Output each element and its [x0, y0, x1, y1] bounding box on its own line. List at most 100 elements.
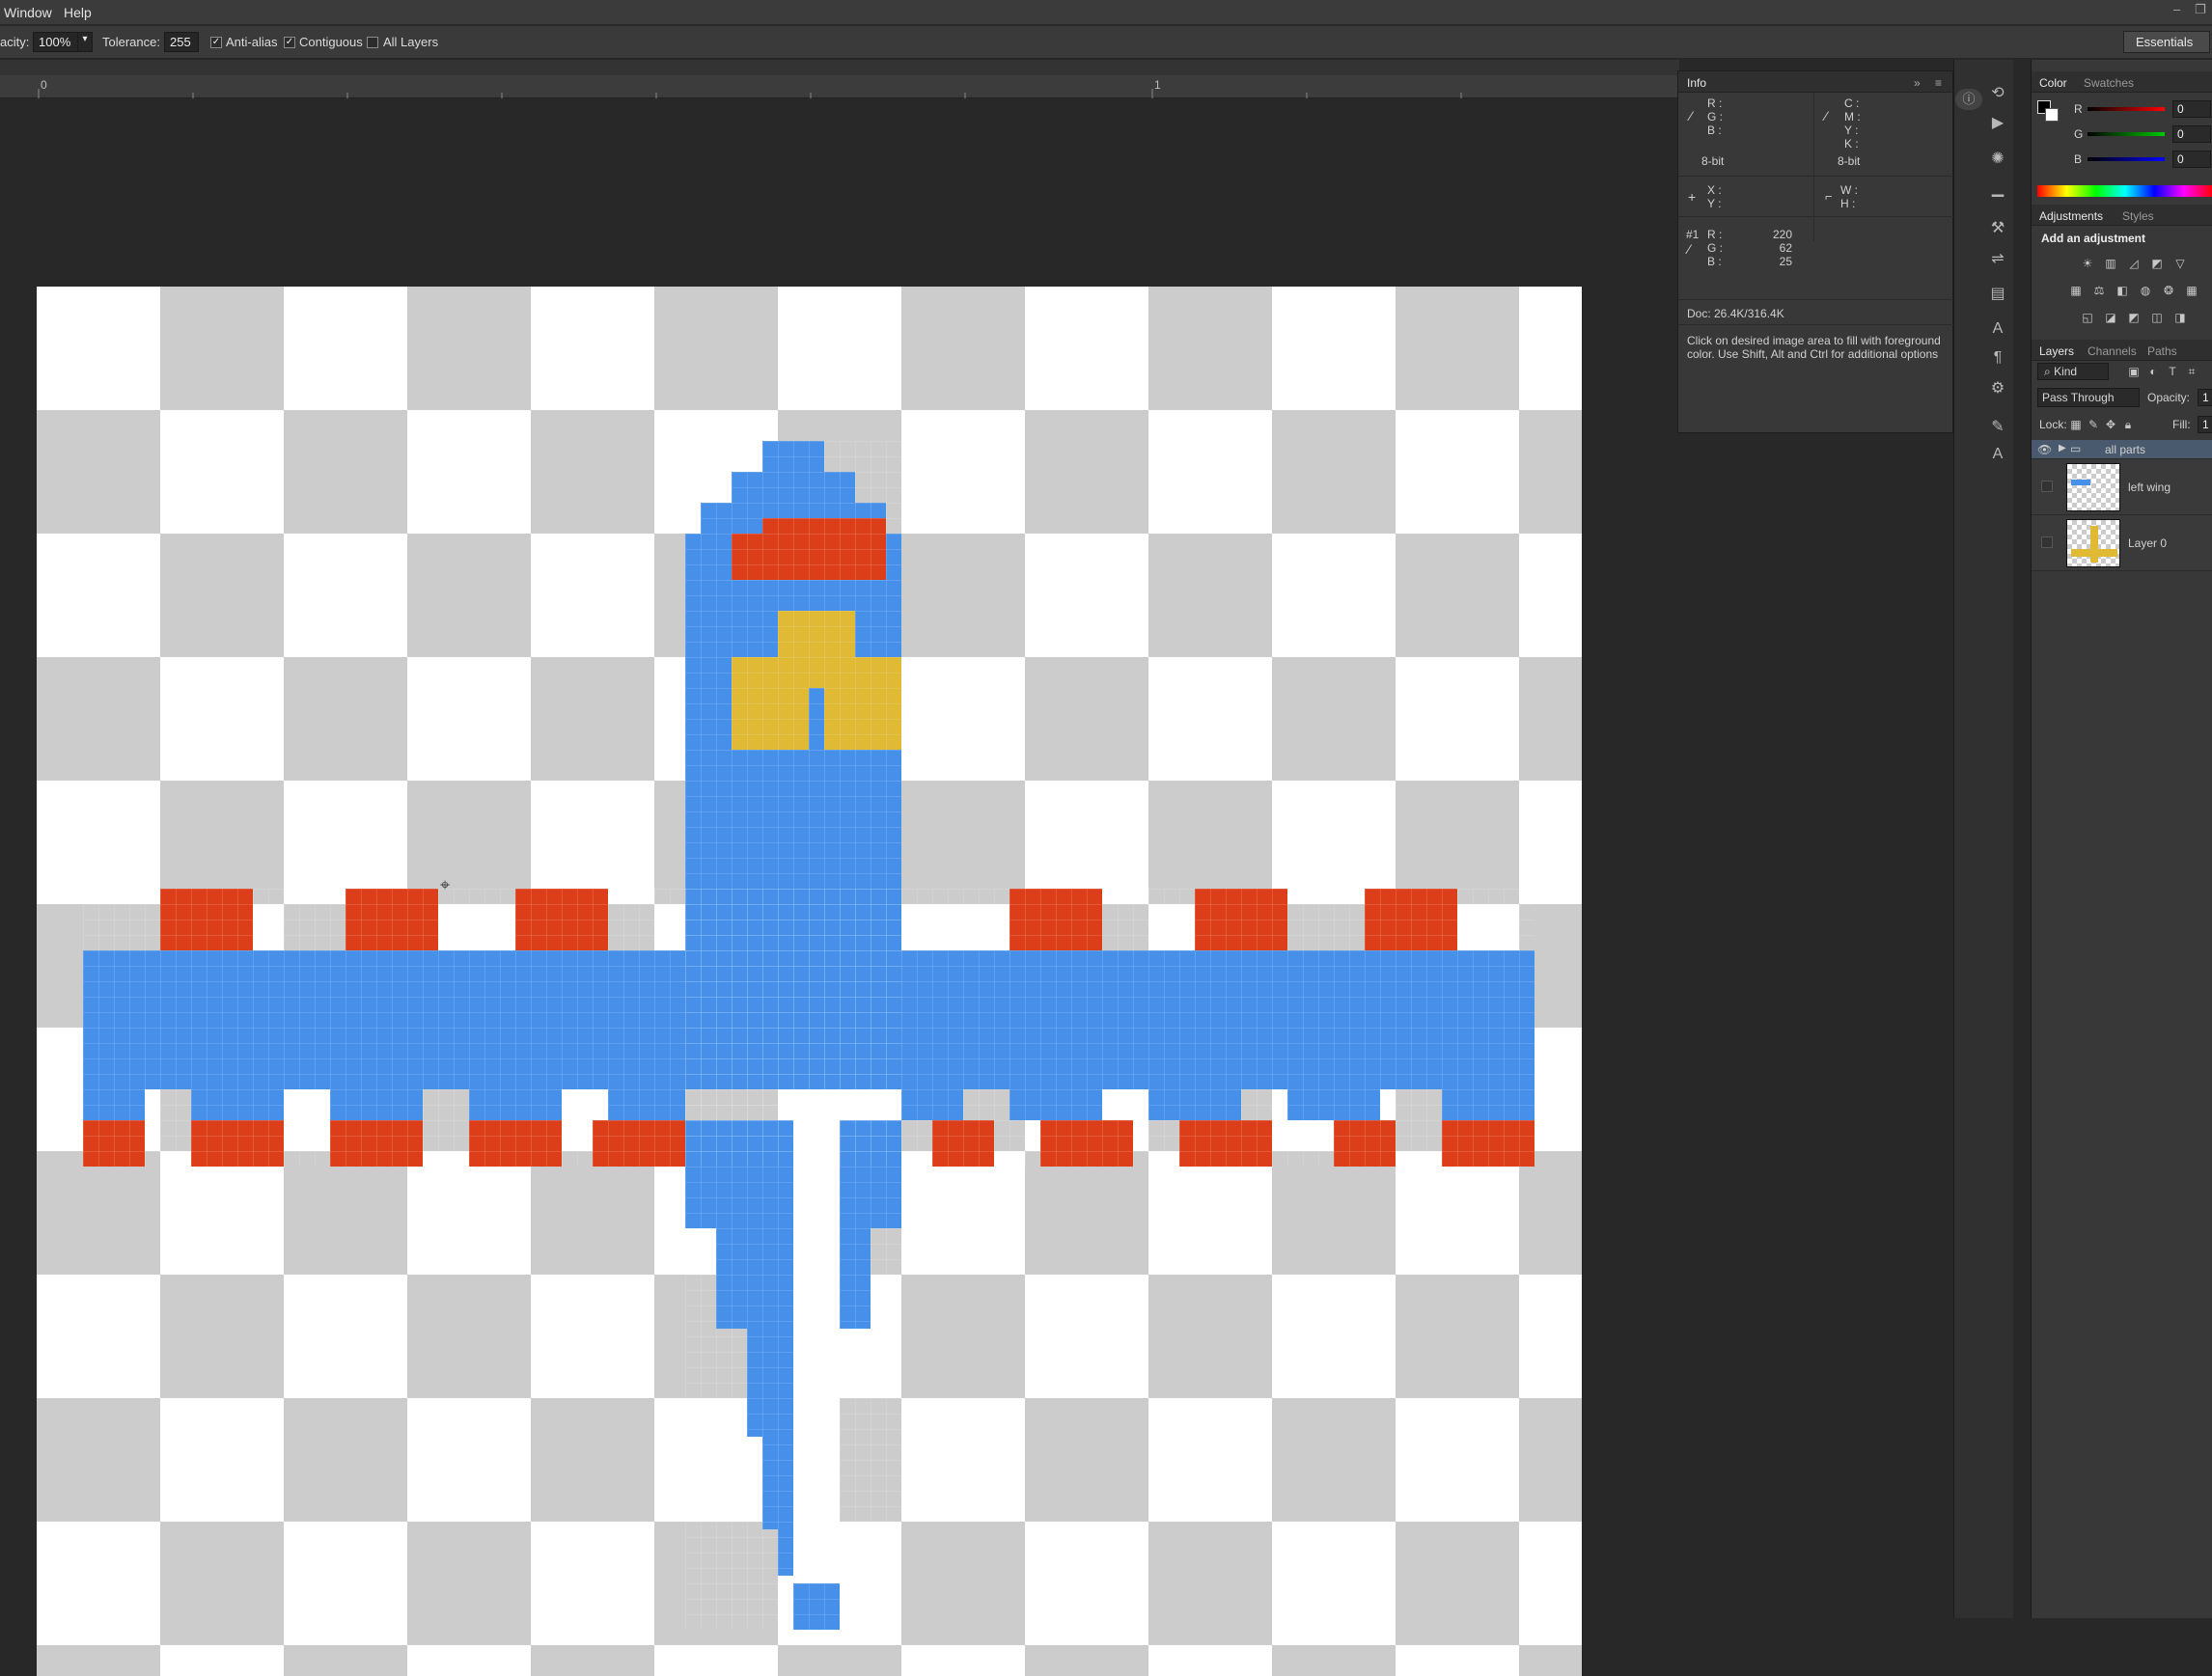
glyphs-icon[interactable]: A [1983, 446, 2012, 463]
actions-play-icon[interactable]: ▶ [1983, 113, 2012, 132]
layer-row-left-wing[interactable]: left wing [2032, 459, 2212, 515]
background-color-swatch[interactable] [2045, 108, 2059, 122]
anti-alias-checkbox[interactable]: ✓ [210, 37, 222, 48]
brightness-icon[interactable]: ☀ [2080, 257, 2095, 270]
blend-mode-value: Pass Through [2042, 391, 2115, 404]
doc-size: Doc: 26.4K/316.4K [1687, 307, 1784, 320]
layer-thumbnail [2066, 463, 2120, 511]
sample-r-label: R : [1707, 228, 1723, 241]
menu-help[interactable]: Help [64, 5, 92, 20]
color-r-slider[interactable] [2088, 107, 2165, 111]
color-lookup-icon[interactable]: ▦ [2184, 284, 2199, 297]
document-canvas[interactable] [37, 287, 1582, 1676]
tab-layers[interactable]: Layers [2039, 344, 2074, 358]
levels-icon[interactable]: ▥ [2103, 257, 2118, 270]
menu-window[interactable]: Window [4, 5, 52, 20]
filter-type-icon[interactable]: T [2165, 365, 2180, 378]
notes-icon[interactable]: ✎ [1983, 417, 2012, 436]
tab-info[interactable]: Info [1687, 76, 1706, 90]
opacity-field[interactable]: 100% [33, 32, 83, 52]
lock-image-icon[interactable]: ✎ [2086, 418, 2101, 431]
panel-menu-icon[interactable]: ≡ [1935, 76, 1942, 90]
add-adjustment-heading: Add an adjustment [2041, 232, 2146, 245]
collapse-panel-icon[interactable]: » [1914, 76, 1921, 90]
filter-adjustment-icon[interactable]: ◐ [2145, 365, 2161, 378]
invert-icon[interactable]: ◱ [2080, 311, 2095, 324]
lock-position-icon[interactable]: ✥ [2103, 418, 2118, 431]
visibility-eye-icon[interactable]: 👁︎ [2037, 443, 2052, 456]
tab-styles[interactable]: Styles [2122, 209, 2154, 223]
gradient-map-icon[interactable]: ◨ [2172, 311, 2188, 324]
h-label: H : [1840, 197, 1856, 210]
opacity-dropdown-icon[interactable]: ▾ [77, 32, 93, 52]
layer-row-layer-0[interactable]: Layer 0 [2032, 515, 2212, 571]
contiguous-checkbox[interactable]: ✓ [284, 37, 295, 48]
black-white-icon[interactable]: ◧ [2115, 284, 2130, 297]
history-icon[interactable]: ⟲ [1983, 83, 2012, 102]
color-r-value[interactable]: 0 [2172, 100, 2211, 118]
blend-mode-select[interactable]: Pass Through [2037, 388, 2140, 407]
tab-channels[interactable]: Channels [2088, 344, 2137, 358]
histogram-icon[interactable]: ▁ [1983, 179, 2012, 198]
color-g-value[interactable]: 0 [2172, 125, 2211, 143]
vibrance-icon[interactable]: ▽ [2172, 257, 2188, 270]
sample-g-value: 62 [1779, 241, 1792, 255]
info-divider [1813, 93, 1814, 241]
filter-shape-icon[interactable]: ⌗ [2184, 365, 2199, 378]
color-b-label: B [2074, 152, 2083, 166]
channel-mixer-icon[interactable]: ❂ [2161, 284, 2176, 297]
rgb-g-label: G : [1707, 110, 1724, 124]
info-panel-icon[interactable]: ⓘ [1955, 89, 1982, 110]
lock-transparent-icon[interactable]: ▦ [2068, 418, 2084, 431]
fill-value[interactable]: 1 [2198, 416, 2212, 433]
paragraph-icon[interactable]: ¶ [1983, 349, 2012, 367]
all-layers-checkbox[interactable] [367, 37, 378, 48]
color-g-slider[interactable] [2088, 132, 2165, 136]
group-expand-icon[interactable]: ▶ [2059, 443, 2066, 453]
filter-pixel-icon[interactable]: ▣ [2126, 365, 2142, 378]
workspace-switcher[interactable]: Essentials [2123, 31, 2210, 53]
color-b-value[interactable]: 0 [2172, 151, 2211, 168]
color-panel-tabs: Color Swatches [2032, 71, 2212, 93]
posterize-icon[interactable]: ◪ [2103, 311, 2118, 324]
contiguous-label: Contiguous [299, 35, 363, 49]
exposure-icon[interactable]: ◩ [2149, 257, 2165, 270]
threshold-icon[interactable]: ◩ [2126, 311, 2142, 324]
selective-color-icon[interactable]: ◫ [2149, 311, 2165, 324]
color-balance-icon[interactable]: ⚖ [2091, 284, 2107, 297]
restore-icon[interactable]: ❐ [2195, 2, 2206, 17]
minimize-icon[interactable]: – [2173, 2, 2180, 16]
visibility-toggle[interactable] [2041, 536, 2053, 548]
all-layers-label: All Layers [383, 35, 439, 49]
info-panel-header: Info » ≡ [1678, 71, 1952, 93]
tab-color[interactable]: Color [2039, 76, 2067, 90]
clone-source-icon[interactable]: ⇌ [1983, 249, 2012, 268]
tolerance-field[interactable]: 255 [164, 32, 199, 52]
character-icon[interactable]: A [1983, 320, 2012, 338]
layer-opacity-value[interactable]: 1 [2198, 389, 2212, 406]
tool-presets-icon[interactable]: ⚒ [1983, 218, 2012, 237]
hue-saturation-icon[interactable]: ▦ [2068, 284, 2084, 297]
curves-icon[interactable]: ◿ [2126, 257, 2142, 270]
rgb-b-label: B : [1707, 124, 1722, 137]
color-b-slider[interactable] [2088, 157, 2165, 161]
visibility-toggle[interactable] [2041, 481, 2053, 492]
lock-all-icon[interactable]: 🔒︎ [2120, 418, 2136, 431]
panel-dock-icons: ⓘ ⟲ ▶ ✺ ▁ ⚒ ⇌ ▤ A ¶ ⚙ ✎ A [1953, 60, 2013, 1618]
layer-filter-value: Kind [2054, 365, 2078, 378]
photo-filter-icon[interactable]: ◍ [2138, 284, 2153, 297]
tab-paths[interactable]: Paths [2147, 344, 2177, 358]
layer-comps-icon[interactable]: ⚙ [1983, 378, 2012, 398]
y-label: Y : [1707, 197, 1722, 210]
layer-row-all-parts[interactable]: 👁︎ ▶ ▭ all parts [2032, 440, 2212, 459]
paint-bucket-cursor-icon: ⌖ [440, 875, 451, 894]
opacity-label: acity: [0, 35, 30, 49]
brush-settings-icon[interactable]: ✺ [1983, 149, 2012, 168]
tab-swatches[interactable]: Swatches [2084, 76, 2134, 90]
properties-icon[interactable]: ▤ [1983, 284, 2012, 303]
canvas-area[interactable]: ⌖ [0, 99, 1948, 1676]
color-spectrum-bar[interactable] [2037, 185, 2212, 197]
layer-filter-select[interactable]: ⌕ Kind [2037, 363, 2109, 380]
anti-alias-label: Anti-alias [226, 35, 278, 49]
tab-adjustments[interactable]: Adjustments [2039, 209, 2103, 223]
